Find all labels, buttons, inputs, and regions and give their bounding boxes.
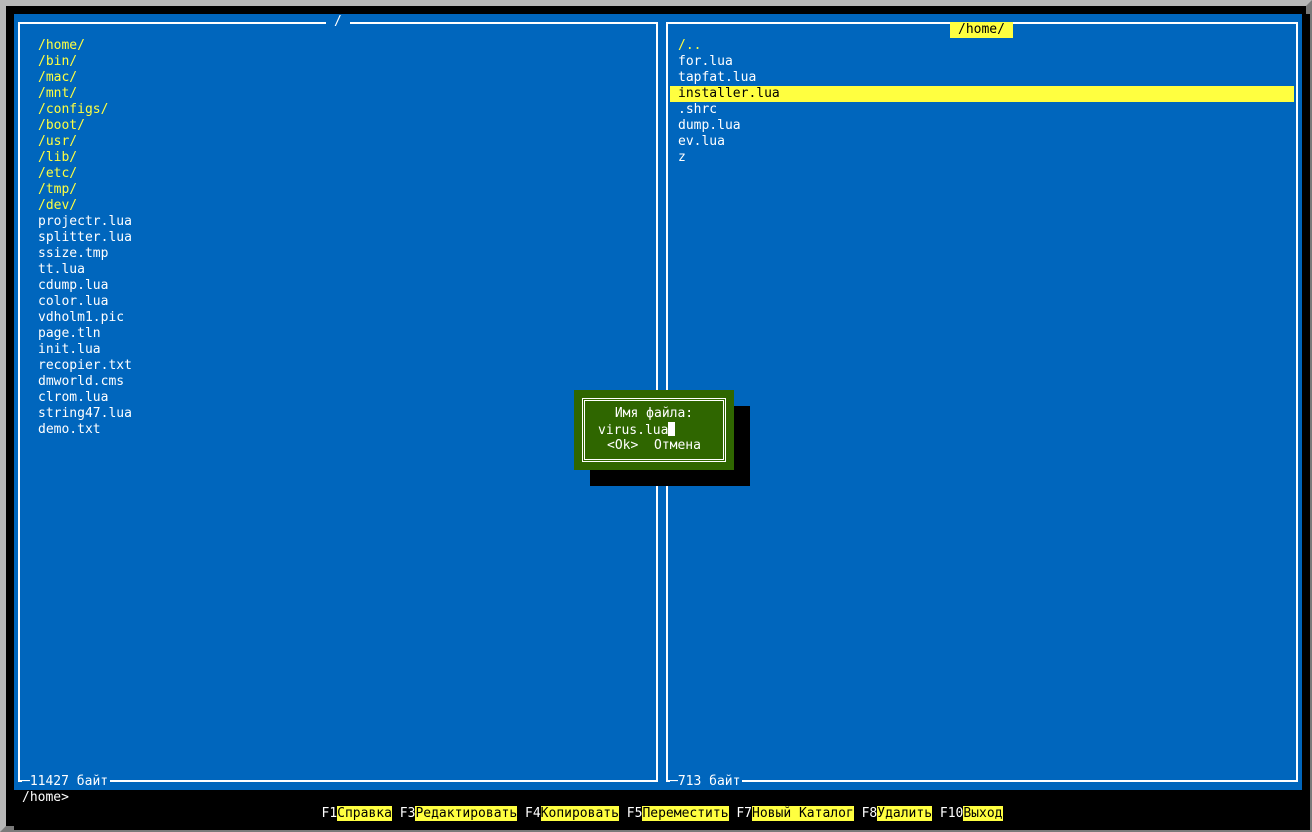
dialog-title: Имя файла: xyxy=(614,406,694,421)
file-item[interactable]: ev.lua xyxy=(670,134,1294,150)
right-file-list[interactable]: /.. for.lua tapfat.lua installer.lua .shrc du… xyxy=(670,38,1294,166)
directory-item[interactable]: /lib/ xyxy=(38,150,132,166)
fkey-f1-button[interactable]: Справка xyxy=(337,806,392,821)
fkey-f8-button[interactable]: Удалить xyxy=(877,806,933,821)
fkey-f4-key: F4 xyxy=(525,806,541,821)
file-item[interactable]: string47.lua xyxy=(38,406,132,422)
fkey-f8-key: F8 xyxy=(861,806,878,821)
file-item[interactable]: cdump.lua xyxy=(38,278,132,294)
left-panel-size: ─11427 байт xyxy=(22,774,111,790)
right-size-text: 713 байт xyxy=(677,774,741,789)
fkey-f3-key: F3 xyxy=(399,806,416,821)
fkey-f7-key: F7 xyxy=(736,806,753,821)
directory-item[interactable]: /bin/ xyxy=(38,54,132,70)
file-item[interactable]: recopier.txt xyxy=(38,358,132,374)
right-panel-bottom-border xyxy=(666,780,1298,782)
file-item[interactable]: color.lua xyxy=(38,294,132,310)
emulator-window: / /home//bin//mac//mnt//configs//boot//u… xyxy=(0,0,1312,832)
left-panel-bottom-border xyxy=(18,780,658,782)
fkey-f7-button[interactable]: Новый Каталог xyxy=(752,806,854,821)
cancel-button[interactable]: Отмена xyxy=(654,438,701,453)
directory-item[interactable]: /.. xyxy=(670,38,1294,54)
file-item[interactable]: splitter.lua xyxy=(38,230,132,246)
file-item[interactable]: demo.txt xyxy=(38,422,132,438)
directory-item[interactable]: /mnt/ xyxy=(38,86,132,102)
file-item[interactable]: clrom.lua xyxy=(38,390,132,406)
directory-item[interactable]: /boot/ xyxy=(38,118,132,134)
file-item[interactable]: init.lua xyxy=(38,342,132,358)
directory-item[interactable]: /configs/ xyxy=(38,102,132,118)
fkey-f5-key: F5 xyxy=(626,806,643,821)
directory-item[interactable]: /dev/ xyxy=(38,198,132,214)
right-panel[interactable]: /home/ /.. for.lua tapfat.lua installer.lua… xyxy=(662,14,1302,790)
right-panel-title: /home/ xyxy=(950,22,1013,38)
fkey-f10-button[interactable]: Выход xyxy=(963,806,1003,821)
file-item[interactable]: dump.lua xyxy=(670,118,1294,134)
file-item[interactable]: dmworld.cms xyxy=(38,374,132,390)
file-item[interactable]: tapfat.lua xyxy=(670,70,1294,86)
left-size-text: 11427 байт xyxy=(29,774,109,789)
fkey-f3-button[interactable]: Редактировать xyxy=(415,806,518,821)
function-key-bar: F1Справка F3Редактировать F4Копировать F… xyxy=(14,806,1310,822)
left-panel-title: / xyxy=(326,14,350,30)
file-item[interactable]: installer.lua xyxy=(670,86,1294,102)
filename-input[interactable]: virus.lua xyxy=(598,422,710,438)
fkey-f5-button[interactable]: Переместить xyxy=(642,806,729,821)
directory-item[interactable]: /usr/ xyxy=(38,134,132,150)
dialog-buttons: <Ok> Отмена xyxy=(574,438,734,454)
directory-item[interactable]: /etc/ xyxy=(38,166,132,182)
directory-item[interactable]: /home/ xyxy=(38,38,132,54)
command-prompt[interactable]: /home> xyxy=(22,790,69,806)
right-panel-size: ─713 байт xyxy=(670,774,743,790)
left-file-list[interactable]: /home//bin//mac//mnt//configs//boot//usr… xyxy=(38,38,132,438)
fkey-f1-key: F1 xyxy=(321,806,338,821)
filename-input-value: virus.lua xyxy=(598,423,669,438)
file-item[interactable]: projectr.lua xyxy=(38,214,132,230)
file-item[interactable]: z xyxy=(670,150,1294,166)
file-item[interactable]: ssize.tmp xyxy=(38,246,132,262)
left-panel[interactable]: / /home//bin//mac//mnt//configs//boot//u… xyxy=(14,14,662,790)
fkey-f4-button[interactable]: Копировать xyxy=(540,806,619,821)
directory-item[interactable]: /tmp/ xyxy=(38,182,132,198)
ok-button[interactable]: <Ok> xyxy=(607,438,638,453)
directory-item[interactable]: /mac/ xyxy=(38,70,132,86)
fkey-f10-key: F10 xyxy=(939,806,964,821)
file-item[interactable]: page.tln xyxy=(38,326,132,342)
terminal-screen: / /home//bin//mac//mnt//configs//boot//u… xyxy=(14,14,1310,830)
file-item[interactable]: tt.lua xyxy=(38,262,132,278)
file-item[interactable]: vdholm1.pic xyxy=(38,310,132,326)
filename-dialog: Имя файла: virus.lua <Ok> Отмена xyxy=(574,390,734,470)
text-cursor xyxy=(668,422,676,436)
file-item[interactable]: for.lua xyxy=(670,54,1294,70)
file-item[interactable]: .shrc xyxy=(670,102,1294,118)
